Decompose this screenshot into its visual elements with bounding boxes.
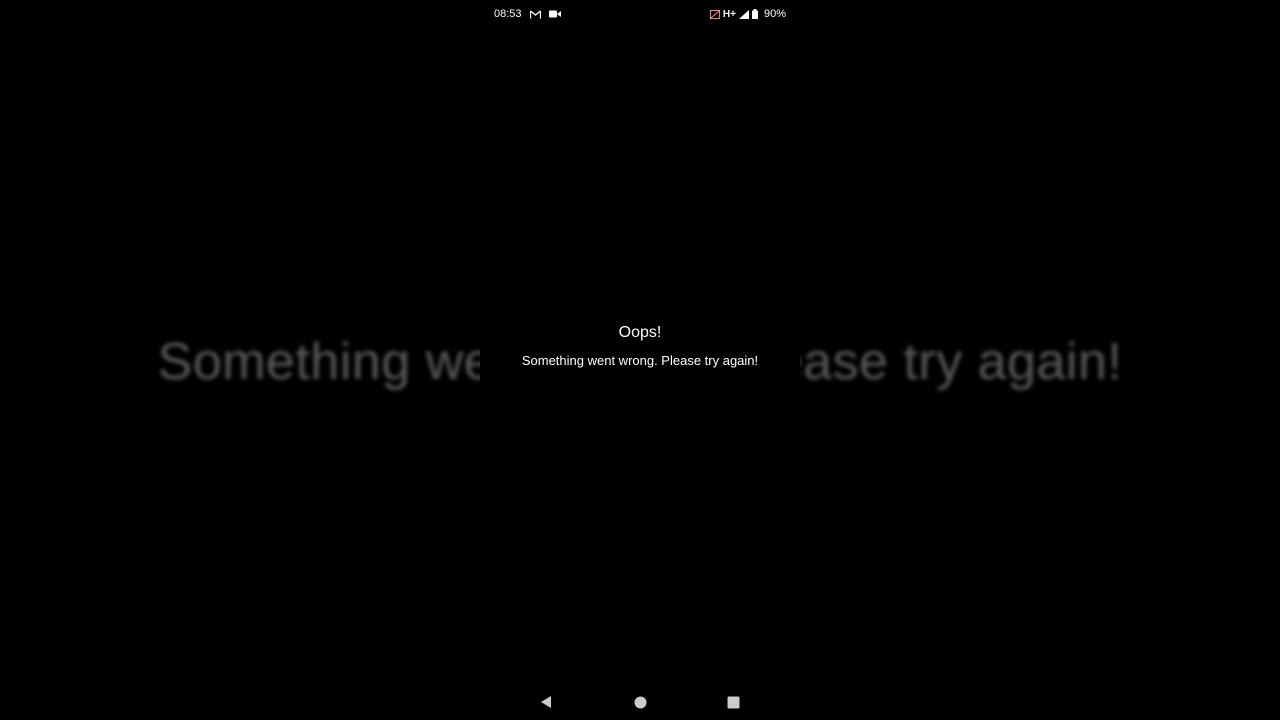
status-bar-left: 08:53 [494, 8, 561, 20]
back-icon [540, 695, 552, 709]
recents-button[interactable] [721, 692, 745, 712]
network-type: H+ [722, 8, 736, 20]
video-camera-icon [548, 10, 561, 18]
signal-icon [738, 9, 749, 19]
status-bar-right: H+ 90% [709, 8, 786, 20]
mute-icon [709, 9, 720, 19]
status-bar: 08:53 H+ 90% [480, 0, 800, 28]
home-button[interactable] [628, 692, 652, 712]
gmail-icon [529, 9, 541, 19]
home-icon [634, 696, 647, 709]
status-time: 08:53 [494, 8, 522, 20]
phone-screen: 08:53 H+ 90% Oops! Something went wrong.… [480, 0, 800, 720]
screen: Something went wrong. Please try again! … [0, 0, 1280, 720]
battery-percent: 90% [763, 8, 786, 20]
error-title: Oops! [618, 324, 662, 341]
recents-icon [727, 696, 740, 709]
back-button[interactable] [534, 692, 558, 712]
battery-icon [751, 9, 758, 19]
error-message: Something went wrong. Please try again! [521, 353, 759, 368]
error-content: Oops! Something went wrong. Please try a… [480, 322, 800, 370]
navigation-bar [480, 684, 800, 720]
